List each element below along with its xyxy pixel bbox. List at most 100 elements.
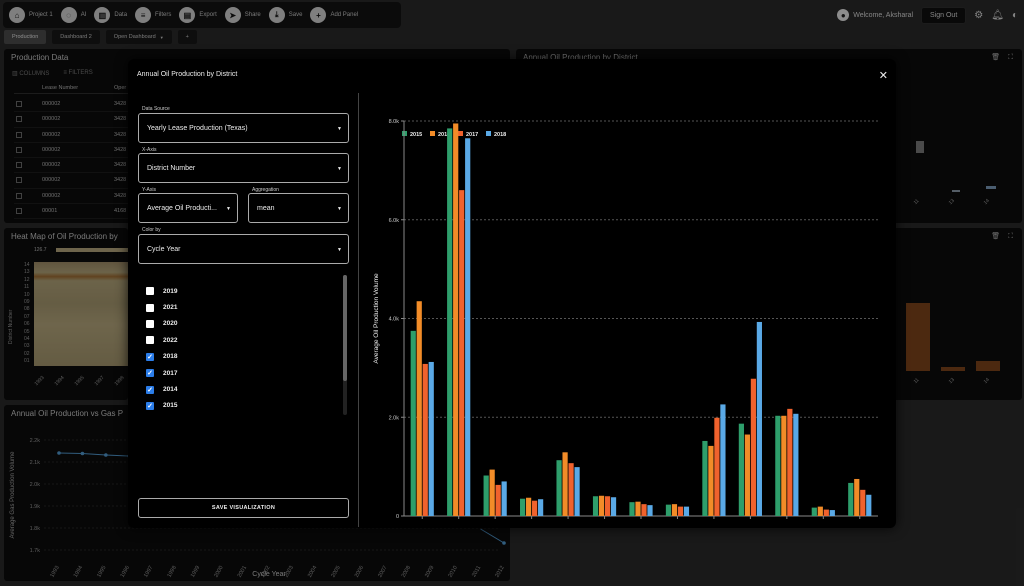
bar-01-2018[interactable]	[428, 361, 434, 516]
ytick-label: 4.0k	[389, 317, 400, 323]
xaxis-value: District Number	[147, 164, 196, 172]
bar-14-2015[interactable]	[848, 482, 854, 516]
bar-09-2017[interactable]	[714, 417, 720, 516]
bar-13-2017[interactable]	[823, 509, 829, 516]
modal-divider	[358, 93, 359, 527]
bar-01-2015[interactable]	[410, 330, 416, 516]
checkbox-label: 2022	[163, 336, 178, 344]
bar-07-2015[interactable]	[629, 502, 635, 516]
year-checkbox-2014[interactable]: ✓ 2014	[146, 381, 326, 397]
bar-06-2015[interactable]	[592, 496, 599, 516]
checkbox-label: 2021	[163, 304, 178, 312]
bar-03-2017[interactable]	[495, 484, 501, 516]
legend-label[interactable]: 2017	[466, 132, 478, 138]
ytick-label: 2.0k	[389, 415, 400, 421]
bar-06-2018[interactable]	[610, 497, 617, 516]
checkbox-label: 2015	[163, 402, 178, 410]
checkbox-checked-icon[interactable]: ✓	[146, 401, 154, 410]
bar-13-2014[interactable]	[817, 506, 823, 516]
checkbox-icon[interactable]	[146, 336, 154, 345]
data-source-label: Data Source	[142, 106, 170, 112]
color-by-value: Cycle Year	[147, 245, 181, 253]
checkbox-checked-icon[interactable]: ✓	[146, 369, 154, 378]
bar-11-2015[interactable]	[775, 415, 781, 516]
checkbox-icon[interactable]	[146, 303, 154, 312]
bar-10-2017[interactable]	[750, 378, 756, 516]
caret-down-icon: ▼	[226, 206, 231, 212]
bar-04-2018[interactable]	[538, 499, 544, 516]
bar-05-2015[interactable]	[556, 460, 562, 516]
bar-11-2014[interactable]	[781, 415, 787, 516]
bar-07-2018[interactable]	[647, 505, 653, 516]
year-checkbox-2020[interactable]: 2020	[146, 316, 326, 332]
checkbox-icon[interactable]	[146, 319, 154, 328]
bar-06-2014[interactable]	[598, 495, 605, 516]
bar-07-2014[interactable]	[635, 501, 641, 516]
close-icon[interactable]: ✕	[879, 69, 888, 82]
bar-04-2014[interactable]	[526, 497, 532, 516]
bar-02-2014[interactable]	[453, 123, 459, 516]
bar-11-2018[interactable]	[793, 413, 799, 516]
bar-05-2017[interactable]	[568, 463, 574, 516]
bar-14-2017[interactable]	[860, 489, 866, 516]
bar-06-2017[interactable]	[604, 496, 611, 516]
color-by-label: Color by	[142, 227, 161, 233]
bar-08-2015[interactable]	[665, 504, 672, 516]
checkbox-checked-icon[interactable]: ✓	[146, 352, 154, 361]
bar-09-2014[interactable]	[708, 445, 714, 516]
bar-08-2017[interactable]	[677, 506, 684, 516]
xaxis-select[interactable]: District Number ▼	[138, 153, 349, 183]
legend-swatch	[430, 131, 435, 136]
bar-01-2014[interactable]	[416, 301, 422, 516]
bar-03-2018[interactable]	[501, 481, 507, 516]
bar-13-2015[interactable]	[811, 507, 817, 516]
year-checkbox-2022[interactable]: 2022	[146, 332, 326, 348]
data-source-select[interactable]: Yearly Lease Production (Texas) ▼	[138, 113, 349, 143]
save-visualization-button[interactable]: SAVE VISUALIZATION	[138, 498, 349, 518]
bar-08-2018[interactable]	[683, 506, 690, 516]
bar-13-2018[interactable]	[829, 510, 835, 516]
bar-02-2018[interactable]	[465, 138, 471, 516]
ytick-label: 8.0k	[389, 119, 400, 125]
year-checkbox-2021[interactable]: 2021	[146, 299, 326, 315]
bar-09-2015[interactable]	[702, 440, 708, 516]
bar-03-2014[interactable]	[489, 469, 495, 516]
color-by-select[interactable]: Cycle Year ▼	[138, 234, 349, 264]
ytick-label: 0	[396, 514, 399, 520]
bar-04-2015[interactable]	[520, 498, 526, 516]
caret-down-icon: ▼	[337, 247, 342, 253]
year-checkbox-2019[interactable]: 2019	[146, 283, 326, 299]
legend-swatch	[458, 131, 463, 136]
bar-07-2017[interactable]	[641, 504, 647, 516]
bar-08-2014[interactable]	[671, 504, 678, 516]
bar-14-2014[interactable]	[854, 478, 860, 516]
bar-10-2018[interactable]	[756, 321, 762, 516]
checkbox-scrollbar[interactable]	[343, 275, 347, 415]
checkbox-checked-icon[interactable]: ✓	[146, 385, 154, 394]
bar-11-2017[interactable]	[787, 408, 793, 516]
checkbox-label: 2019	[163, 287, 178, 295]
aggregation-select[interactable]: mean ▼	[248, 193, 349, 223]
modal-title: Annual Oil Production by District	[137, 71, 238, 78]
legend-label[interactable]: 2018	[494, 132, 506, 138]
year-checkbox-2017[interactable]: ✓ 2017	[146, 365, 326, 381]
yaxis-select[interactable]: Average Oil Producti... ▼	[138, 193, 238, 223]
year-checkbox-2015[interactable]: ✓ 2015	[146, 398, 326, 414]
bar-04-2017[interactable]	[532, 500, 538, 516]
bar-14-2018[interactable]	[866, 494, 872, 516]
year-checkbox-2018[interactable]: ✓ 2018	[146, 349, 326, 365]
bar-01-2017[interactable]	[422, 363, 428, 516]
bar-10-2014[interactable]	[744, 434, 750, 516]
bar-03-2015[interactable]	[483, 475, 489, 516]
bar-05-2018[interactable]	[574, 467, 580, 516]
caret-down-icon: ▼	[337, 126, 342, 132]
y-axis-label: Average Oil Production Volume	[373, 273, 380, 364]
scrollbar-thumb[interactable]	[343, 275, 347, 381]
checkbox-icon[interactable]	[146, 287, 154, 296]
bar-09-2018[interactable]	[720, 404, 726, 516]
bar-02-2015[interactable]	[447, 128, 453, 516]
bar-02-2017[interactable]	[459, 190, 465, 516]
bar-10-2015[interactable]	[738, 423, 744, 516]
legend-label[interactable]: 2015	[410, 132, 422, 138]
bar-05-2014[interactable]	[562, 452, 568, 516]
